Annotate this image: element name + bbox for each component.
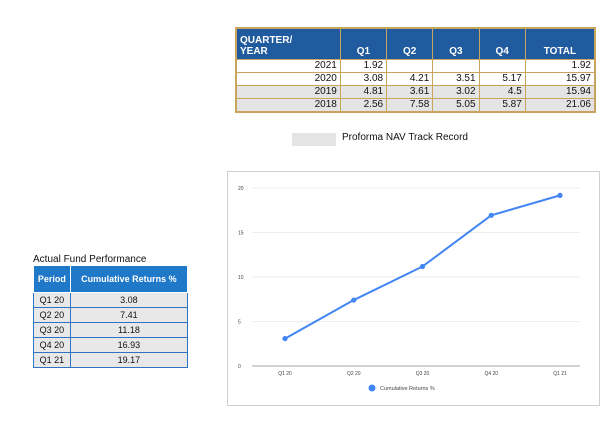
quarterly-table-row: 2018 2.56 7.58 5.05 5.87 21.06 [235, 98, 596, 113]
quarterly-table-body: 2021 1.92 1.92 2020 3.08 4.21 3.51 5.17 15.97 201… [235, 59, 596, 113]
x-tick-label: Q4 20 [484, 371, 498, 377]
x-tick-label: Q3 20 [416, 371, 430, 377]
quarterly-table-cell: 2019 [235, 85, 341, 99]
y-tick-label: 0 [238, 364, 241, 370]
quarterly-table-cell: 4.81 [339, 85, 388, 99]
quarterly-table-cell: 2.56 [339, 98, 388, 113]
y-tick-label: 10 [238, 275, 244, 281]
quarterly-table-cell: 15.97 [524, 72, 596, 86]
performance-table-cell: Q4 20 [33, 337, 71, 353]
quarterly-table-cell [432, 59, 480, 73]
actual-performance-table: Period Cumulative Returns % Q1 20 3.08 Q2 2… [33, 265, 189, 368]
quarterly-table-cell: 2020 [235, 72, 341, 86]
quarterly-table-cell [386, 59, 434, 73]
legend-marker [368, 384, 376, 392]
performance-table-cell: Q1 21 [33, 352, 71, 368]
y-tick-label: 15 [238, 230, 244, 236]
quarterly-table-row: 2019 4.81 3.61 3.02 4.5 15.94 [235, 85, 596, 99]
actual-performance-title: Actual Fund Performance [33, 254, 147, 265]
quarterly-table-cell: 21.06 [524, 98, 596, 113]
performance-table-cell: 3.08 [69, 292, 189, 308]
performance-table-cell: 19.17 [69, 352, 189, 368]
quarterly-table-cell [478, 59, 526, 73]
performance-table-cell: 7.41 [69, 307, 189, 323]
quarterly-table-cell: 3.02 [432, 85, 480, 99]
performance-table-body: Q1 20 3.08 Q2 20 7.41 Q3 20 11.18 Q4 20 16.93 Q1… [33, 292, 189, 368]
quarterly-header-cell: Q3 [432, 27, 480, 60]
data-point [488, 212, 494, 218]
quarterly-table-row: 2021 1.92 1.92 [235, 59, 596, 73]
quarterly-table-cell: 7.58 [386, 98, 434, 113]
quarterly-table-header-row: QUARTER/YEAR Q1 Q2 Q3 Q4 TOTAL [235, 27, 596, 60]
performance-table-cell: 16.93 [69, 337, 189, 353]
legend-label: Cumulative Returns % [380, 386, 435, 392]
performance-table-cell: Q2 20 [33, 307, 71, 323]
quarterly-table-cell: 4.5 [478, 85, 526, 99]
y-tick-label: 5 [238, 319, 241, 325]
performance-table-row: Q3 20 11.18 [33, 322, 189, 338]
performance-table-cell: Q1 20 [33, 292, 71, 308]
quarterly-table-cell: 1.92 [524, 59, 596, 73]
quarterly-table-row: 2020 3.08 4.21 3.51 5.17 15.97 [235, 72, 596, 86]
quarterly-table-cell: 5.17 [478, 72, 526, 86]
y-tick-label: 20 [238, 186, 244, 192]
quarterly-table-cell: 2021 [235, 59, 341, 73]
quarterly-table-cell: 15.94 [524, 85, 596, 99]
quarterly-header-cell: TOTAL [524, 27, 596, 60]
x-tick-label: Q2 20 [347, 371, 361, 377]
quarterly-table-cell: 1.92 [339, 59, 388, 73]
quarterly-table-cell: 5.05 [432, 98, 480, 113]
performance-table-row: Q1 20 3.08 [33, 292, 189, 308]
quarterly-returns-table: QUARTER/YEAR Q1 Q2 Q3 Q4 TOTAL 2021 1.92 1.92 20… [235, 27, 596, 113]
quarterly-table-cell: 5.87 [478, 98, 526, 113]
quarterly-table-cell: 4.21 [386, 72, 434, 86]
quarterly-table-cell: 3.08 [339, 72, 388, 86]
proforma-legend-label: Proforma NAV Track Record [342, 132, 468, 143]
data-point [557, 192, 563, 198]
cumulative-returns-chart: 0 5 10 15 20 Q1 20 Q2 20 Q3 20 Q4 20 Q1 21 Cumulat… [227, 171, 600, 406]
performance-header-cell: Cumulative Returns % [69, 265, 189, 293]
performance-table-cell: 11.18 [69, 322, 189, 338]
data-point [282, 335, 288, 342]
performance-table-row: Q4 20 16.93 [33, 337, 189, 353]
performance-table-header-row: Period Cumulative Returns % [33, 265, 189, 293]
quarterly-header-cell: Q4 [478, 27, 526, 60]
quarterly-table-cell: 3.51 [432, 72, 480, 86]
quarterly-header-cell: QUARTER/YEAR [235, 27, 341, 60]
quarterly-header-cell: Q2 [386, 27, 434, 60]
proforma-legend-swatch [292, 133, 336, 146]
x-tick-label: Q1 21 [553, 371, 567, 377]
data-point [419, 263, 426, 270]
performance-table-row: Q1 21 19.17 [33, 352, 189, 368]
chart-canvas: 0 5 10 15 20 Q1 20 Q2 20 Q3 20 Q4 20 Q1 21 Cumulat… [238, 186, 580, 392]
performance-table-cell: Q3 20 [33, 322, 71, 338]
performance-header-cell: Period [33, 265, 71, 293]
quarterly-table-cell: 3.61 [386, 85, 434, 99]
performance-table-row: Q2 20 7.41 [33, 307, 189, 323]
x-tick-label: Q1 20 [278, 371, 292, 377]
quarterly-table-cell: 2018 [235, 98, 341, 113]
data-point [351, 297, 357, 303]
quarterly-header-cell: Q1 [339, 27, 388, 60]
